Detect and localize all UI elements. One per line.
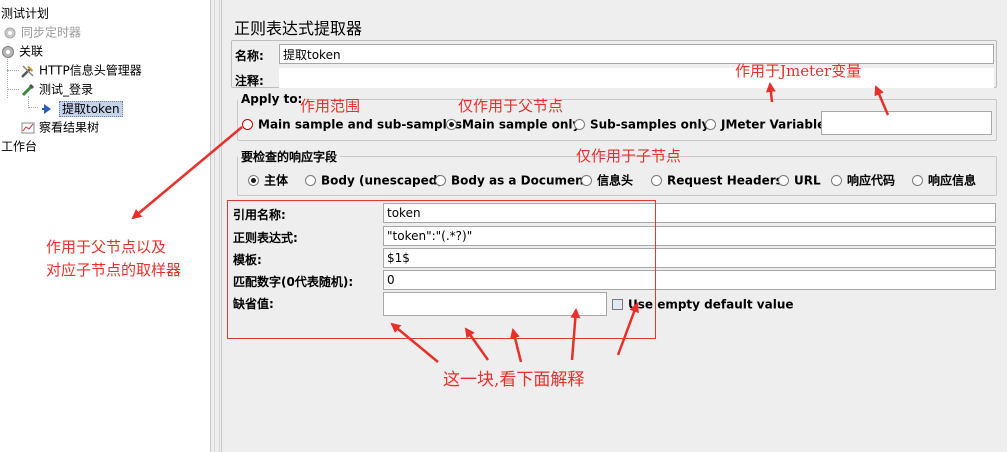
arrow-block-2: [464, 327, 490, 361]
arrow-block-3: [510, 328, 523, 363]
arrow-to-parent-child: [131, 126, 243, 220]
arrow-block-1: [390, 322, 439, 363]
arrow-block-4: [570, 308, 581, 361]
arrow-variable-side: [874, 85, 890, 116]
annotation-arrows: [131, 82, 890, 363]
arrow-block-5: [616, 302, 639, 356]
arrow-to-jmeter-variable: [765, 82, 776, 103]
